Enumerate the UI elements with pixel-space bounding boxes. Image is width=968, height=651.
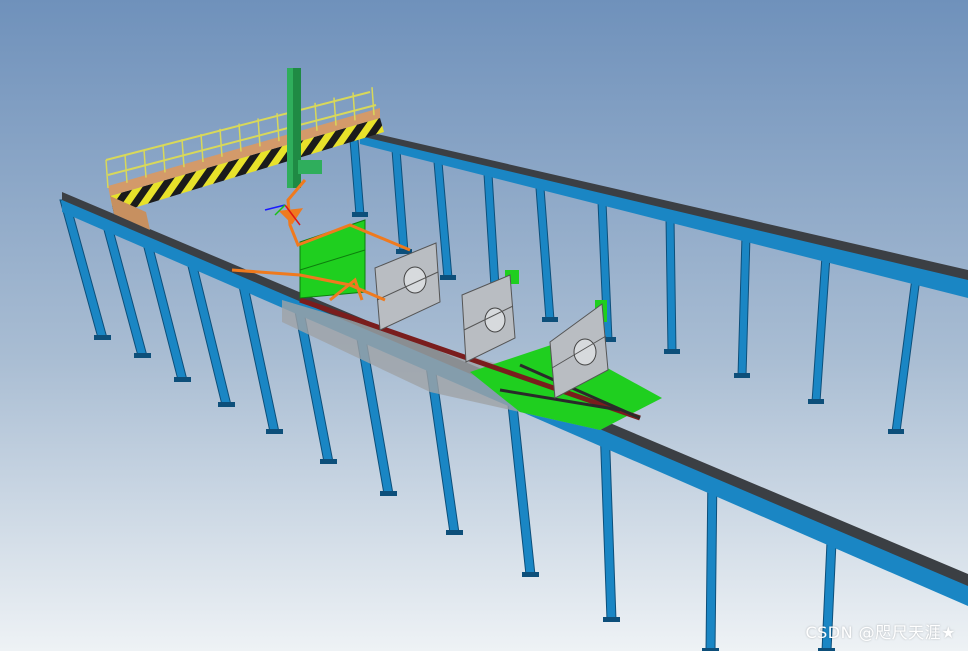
3d-viewport[interactable]: CSDN @咫尺天涯★ [0,0,968,651]
column-foot [734,373,750,378]
support-column [665,217,677,353]
column-foot [664,349,680,354]
column-foot [174,377,191,382]
column-foot [522,572,539,577]
column-foot [888,429,904,434]
column-foot [134,353,151,358]
column-foot [440,275,456,280]
column-foot [218,402,235,407]
column-foot [352,212,368,217]
column-foot [603,617,620,622]
support-column [705,469,718,651]
gantry-scene[interactable] [0,0,968,651]
column-foot [542,317,558,322]
column-foot [380,491,397,496]
column-foot [94,335,111,340]
column-foot [446,530,463,535]
column-foot [266,429,283,434]
column-foot [808,399,824,404]
watermark: CSDN @咫尺天涯★ [805,623,956,642]
column-foot [320,459,337,464]
